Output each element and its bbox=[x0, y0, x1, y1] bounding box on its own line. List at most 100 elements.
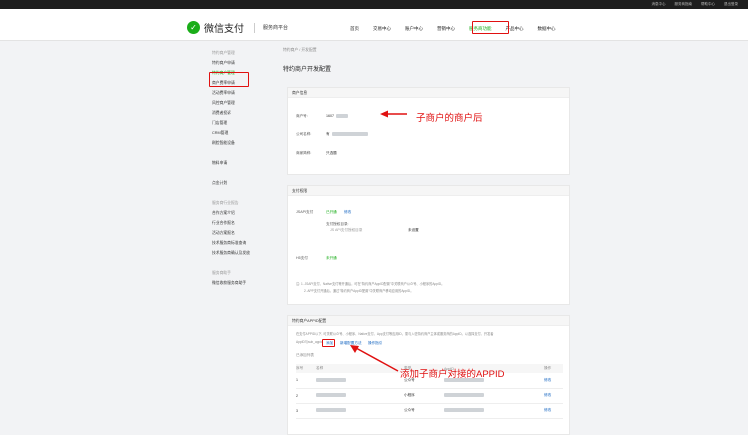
sidebar-item[interactable]: 刷脸智能设备 bbox=[212, 138, 262, 148]
redacted bbox=[316, 377, 346, 382]
sidebar-item[interactable]: 物料申请 bbox=[212, 158, 262, 168]
page-title: 特约商户开发配置 bbox=[283, 67, 332, 73]
redacted bbox=[336, 114, 348, 118]
wechat-pay-icon: ✓ bbox=[187, 21, 200, 34]
auth-dir-value: 未设置 bbox=[408, 228, 419, 232]
row-index: 1 bbox=[296, 373, 316, 389]
company-label: 公司名称: bbox=[296, 132, 312, 136]
auth-dir-label: 支付授权目录: bbox=[326, 222, 349, 226]
added-list-label: 已添加列表 bbox=[296, 353, 314, 357]
company-value: 有 bbox=[326, 132, 330, 136]
row-name bbox=[316, 388, 376, 404]
row-spacer bbox=[504, 388, 544, 404]
sidebar-item[interactable]: 活动费率申请 bbox=[212, 88, 262, 98]
row-spacer bbox=[376, 403, 404, 419]
auth-dir-sub: JS API支付授权目录 bbox=[330, 228, 363, 232]
add-button-highlight-box bbox=[322, 339, 335, 347]
top-link[interactable]: 服务商指南 bbox=[675, 2, 693, 7]
redacted bbox=[332, 132, 368, 136]
sidebar-item[interactable]: 合作方案介绍 bbox=[212, 208, 262, 218]
sidebar-item[interactable]: 点金计划 bbox=[212, 178, 262, 188]
sidebar-item: 特约商户管理 bbox=[212, 51, 235, 55]
annotation-arrow bbox=[380, 110, 407, 118]
short-name-value: 只选题 bbox=[326, 151, 337, 155]
nav-item[interactable]: 营销中心 bbox=[437, 26, 455, 32]
merchant-info-card: 商户信息 商户号: 1607 公司名称: 有 商家简称: 只选题 bbox=[287, 87, 570, 175]
top-bar: 消息中心 服务商指南 帮助中心 退出登录 bbox=[0, 0, 748, 9]
table-col-header: 操作 bbox=[544, 364, 563, 373]
row-edit-link[interactable]: 修改 bbox=[544, 388, 563, 404]
sidebar-item[interactable]: 门店管理 bbox=[212, 118, 262, 128]
sidebar-item[interactable]: 技术服务商标准查询 bbox=[212, 238, 262, 248]
jsapi-status: 已开通 bbox=[326, 210, 337, 214]
sidebar-item bbox=[212, 188, 262, 198]
annotation-arrow bbox=[350, 345, 399, 372]
nav-item[interactable]: 首页 bbox=[350, 26, 359, 32]
row-edit-link[interactable]: 修改 bbox=[544, 373, 563, 389]
top-links: 消息中心 服务商指南 帮助中心 退出登录 bbox=[652, 2, 739, 7]
row-index: 2 bbox=[296, 388, 316, 404]
sidebar-item[interactable]: 微信收款服务商助手 bbox=[212, 278, 262, 288]
logo-divider bbox=[254, 22, 255, 33]
sidebar-item[interactable]: 风控商户管理 bbox=[212, 98, 262, 108]
top-link[interactable]: 退出登录 bbox=[724, 2, 738, 7]
note-1: 注: 1. JSAPI支付、Native支付等开通后，可在"特约商户AppID配… bbox=[296, 282, 445, 286]
redacted bbox=[316, 408, 346, 412]
h5-status: 未开通 bbox=[326, 256, 337, 260]
breadcrumb: 特约商户 / 开发配置 bbox=[283, 48, 317, 52]
row-name bbox=[316, 403, 376, 419]
redacted bbox=[444, 408, 484, 412]
header: ✓ 微信支付 服务商平台 首页 交易中心 账户中心 营销中心 服务商功能 产品中心 数据中心 bbox=[0, 9, 748, 41]
sidebar-item[interactable]: 行业合作报名 bbox=[212, 218, 262, 228]
nav-item[interactable]: 数据中心 bbox=[538, 26, 556, 32]
sidebar-item: 服务商行业报告 bbox=[212, 201, 239, 205]
card-header: 商户信息 bbox=[288, 88, 569, 98]
sidebar-item bbox=[212, 168, 262, 178]
top-link[interactable]: 帮助中心 bbox=[701, 2, 715, 7]
sidebar-item: 服务商助手 bbox=[212, 271, 231, 275]
nav-highlight-box bbox=[472, 21, 509, 34]
sidebar-highlight-box bbox=[209, 72, 249, 87]
row-edit-link[interactable]: 修改 bbox=[544, 403, 563, 419]
top-link[interactable]: 消息中心 bbox=[652, 2, 666, 7]
appid-desc: 在支付APPID以下, 可关联公众号、小程序、Native支付、App支付等应用… bbox=[296, 332, 494, 336]
redacted bbox=[316, 393, 346, 397]
row-spacer bbox=[376, 388, 404, 404]
table-col-header bbox=[504, 364, 544, 373]
row-appid bbox=[444, 388, 504, 404]
sidebar-item[interactable]: 技术服务商确认及发放 bbox=[212, 248, 262, 258]
payment-perm-card: 支付权限 JSAPI支付 已开通 修改 支付授权目录: JS API支付授权目录… bbox=[287, 185, 570, 305]
annotation-appid: 添加子商户对接的APPID bbox=[400, 369, 505, 380]
nav-item[interactable]: 交易中心 bbox=[373, 26, 391, 32]
sidebar-item bbox=[212, 148, 262, 158]
appid-desc-2: AppID与sub_appid bbox=[296, 340, 323, 344]
table-row: 2 小程序 修改 bbox=[296, 388, 563, 404]
note-2: 2. APP支付开通后，通过"特约商户AppID配置"中关联商户移动应用的App… bbox=[304, 289, 414, 293]
row-appid bbox=[444, 403, 504, 419]
redacted bbox=[444, 393, 484, 397]
row-type: 公众号 bbox=[404, 403, 444, 419]
row-name bbox=[316, 373, 376, 389]
jsapi-label: JSAPI支付 bbox=[296, 210, 314, 214]
row-spacer bbox=[504, 403, 544, 419]
logo-text: 微信支付 bbox=[204, 24, 244, 35]
mch-id-label: 商户号: bbox=[296, 114, 308, 118]
main-nav: 首页 交易中心 账户中心 营销中心 服务商功能 产品中心 数据中心 bbox=[350, 26, 570, 32]
sidebar-item bbox=[212, 258, 262, 268]
logo[interactable]: ✓ 微信支付 服务商平台 bbox=[187, 20, 288, 35]
sidebar-item[interactable]: 消费者投诉 bbox=[212, 108, 262, 118]
table-row: 3 公众号 修改 bbox=[296, 403, 563, 419]
table-col-header: 序号 bbox=[296, 364, 316, 373]
nav-item[interactable]: 账户中心 bbox=[405, 26, 423, 32]
sidebar-item[interactable]: 活动方案报名 bbox=[212, 228, 262, 238]
sidebar-item[interactable]: 特约商户申请 bbox=[212, 58, 262, 68]
h5-label: H5支付 bbox=[296, 256, 308, 260]
card-header: 特约商户APPID配置 bbox=[288, 316, 569, 326]
logo-subtitle: 服务商平台 bbox=[263, 25, 289, 31]
jsapi-modify-link[interactable]: 修改 bbox=[344, 210, 351, 215]
row-type: 小程序 bbox=[404, 388, 444, 404]
card-header: 支付权限 bbox=[288, 186, 569, 196]
short-name-label: 商家简称: bbox=[296, 151, 312, 155]
sidebar-item[interactable]: CRM管理 bbox=[212, 128, 262, 138]
row-spacer bbox=[504, 373, 544, 389]
